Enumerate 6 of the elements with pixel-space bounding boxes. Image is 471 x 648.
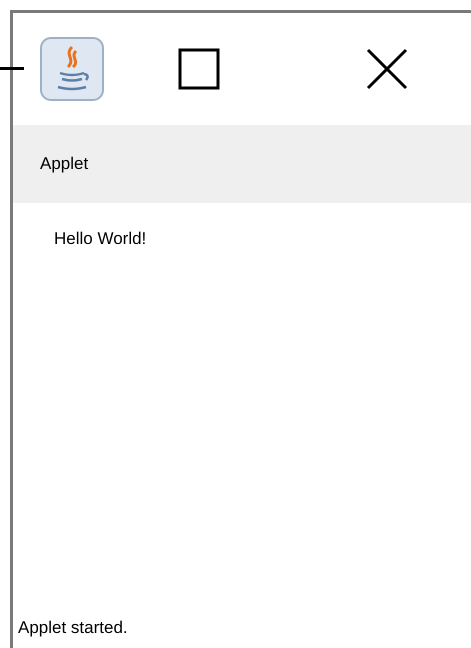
menu-item[interactable]: Applet [40, 154, 88, 174]
coffee-cup-icon [40, 37, 104, 101]
applet-text: Hello World! [54, 229, 146, 248]
maximize-button[interactable] [178, 48, 220, 90]
close-button[interactable] [366, 48, 408, 90]
status-text: Applet started. [17, 618, 129, 639]
